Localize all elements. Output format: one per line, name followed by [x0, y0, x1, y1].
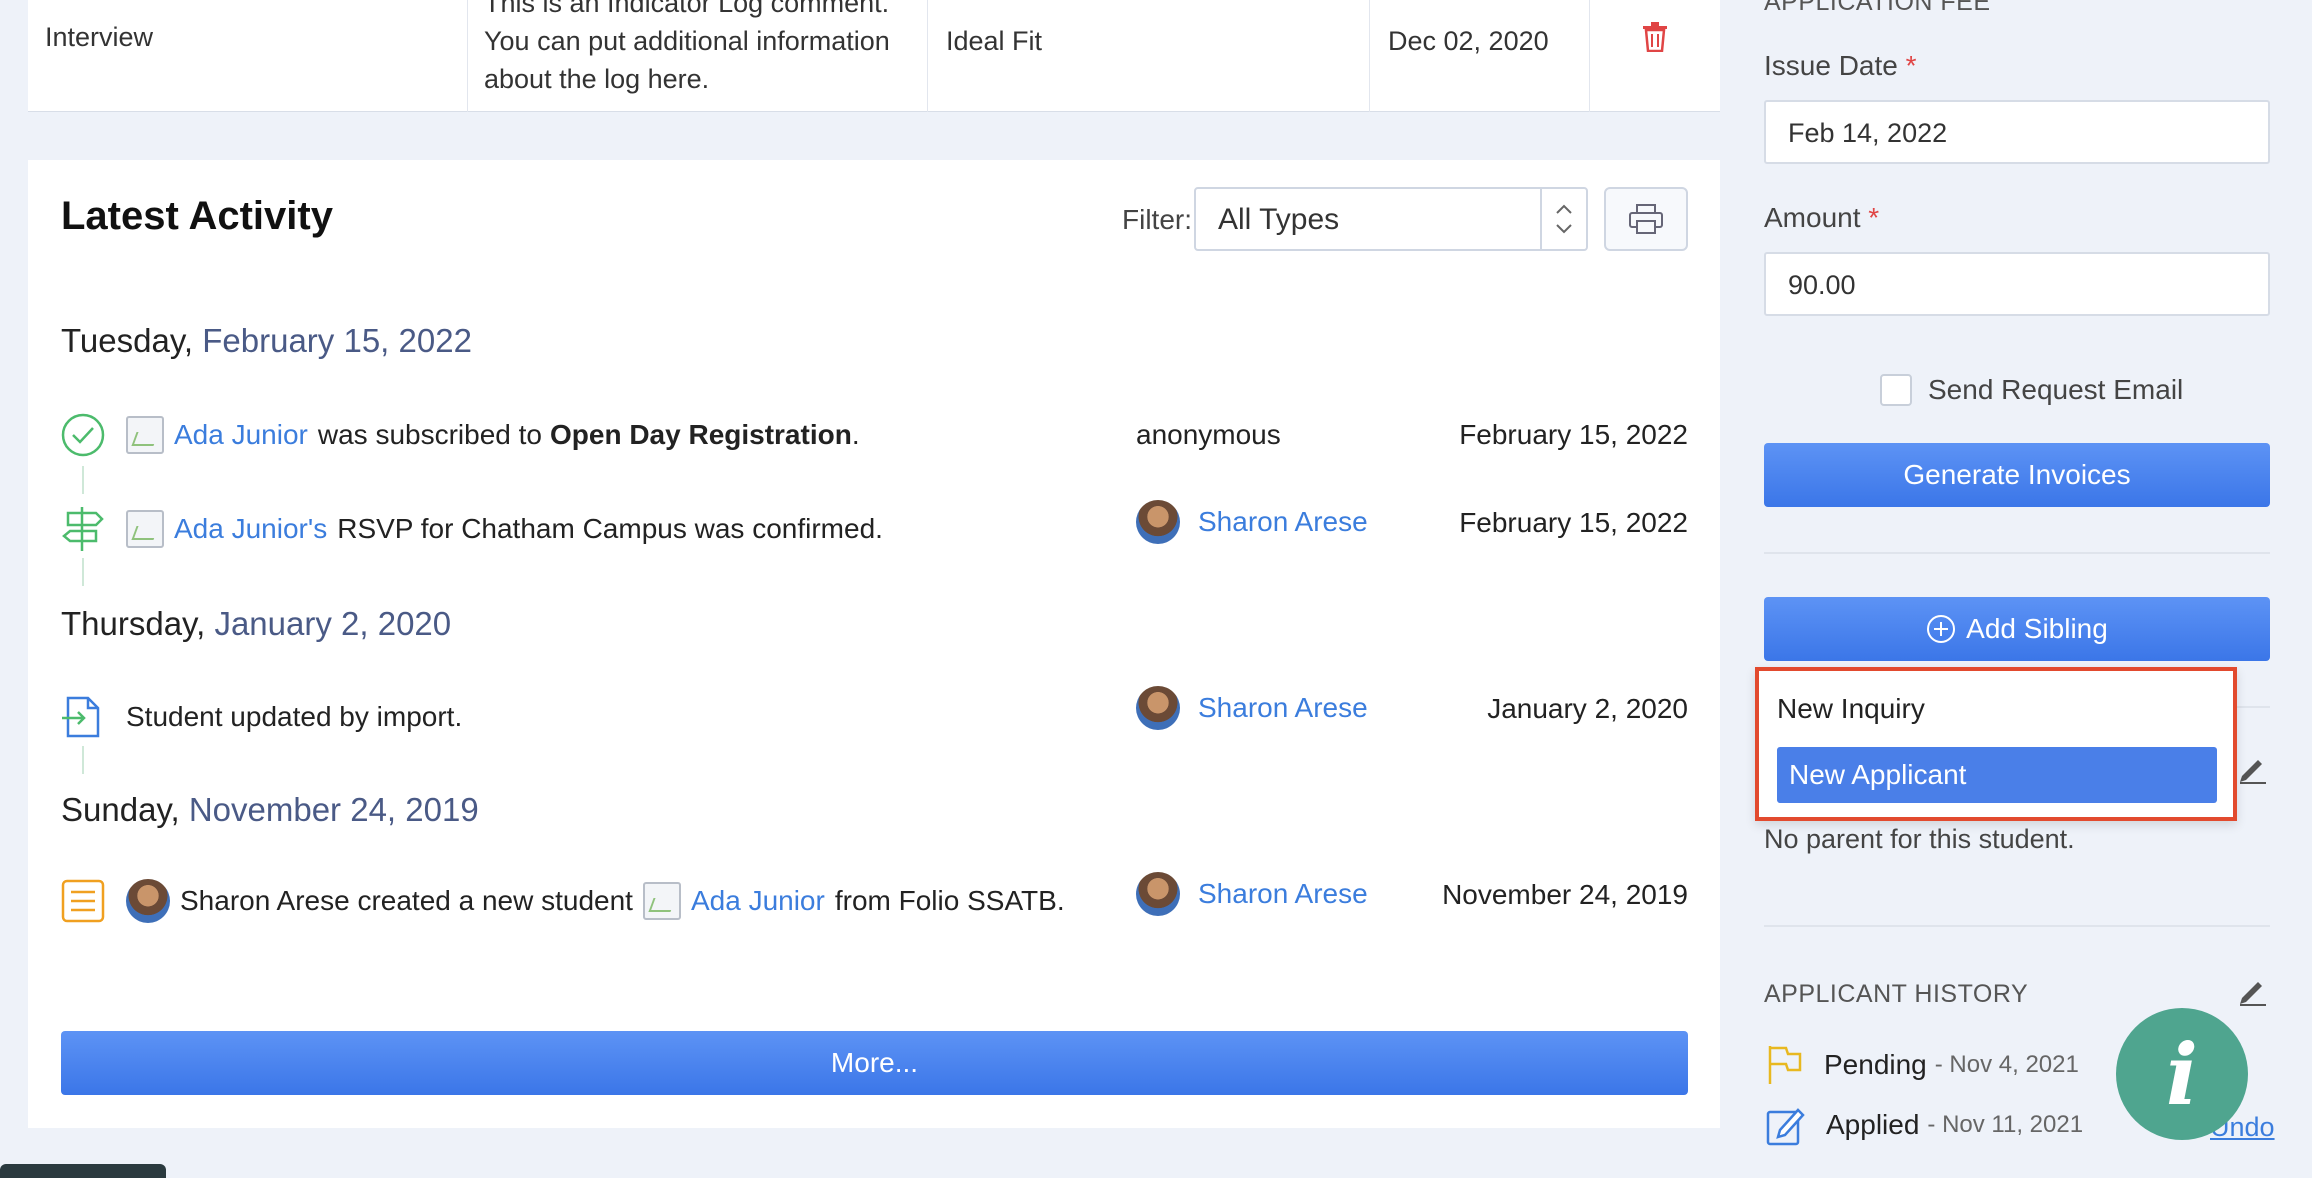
history-item-pending: Pending - Nov 4, 2021 [1766, 1044, 2079, 1086]
activity-entry: Ada Junior's RSVP for Chatham Campus was… [126, 506, 883, 552]
timeline-connector [82, 558, 84, 586]
latest-activity-panel: Latest Activity Filter: All Types Tuesda… [28, 160, 1720, 1128]
activity-title: Latest Activity [61, 194, 333, 238]
new-applicant-option[interactable]: New Applicant [1777, 747, 2217, 803]
student-link[interactable]: Ada Junior [174, 419, 308, 451]
edit-history-icon[interactable] [2236, 974, 2268, 1011]
add-sibling-button[interactable]: Add Sibling [1764, 597, 2270, 661]
timeline-connector [82, 466, 84, 494]
day-heading: Sunday, November 24, 2019 [61, 791, 479, 828]
avatar [126, 879, 170, 923]
filter-label: Filter: [1122, 204, 1192, 235]
day-heading: Tuesday, February 15, 2022 [61, 322, 472, 359]
student-photo [642, 882, 681, 920]
send-email-checkbox[interactable] [1880, 374, 1912, 406]
history-item-applied: Applied - Nov 11, 2021 [1766, 1104, 2083, 1146]
edit-parents-icon[interactable] [2236, 752, 2268, 789]
student-photo [126, 416, 164, 454]
plus-circle-icon [1927, 615, 1956, 643]
more-button[interactable]: More... [61, 1031, 1688, 1095]
divider [1764, 552, 2270, 554]
info-help-button[interactable]: i [2116, 1008, 2248, 1140]
application-fee-heading: APPLICATION FEE [1764, 0, 1991, 16]
activity-timestamp: January 2, 2020 [1487, 693, 1688, 724]
no-parent-text: No parent for this student. [1764, 824, 2075, 854]
new-inquiry-option[interactable]: New Inquiry [1777, 693, 1925, 725]
document-list-icon [60, 878, 106, 929]
activity-timestamp: February 15, 2022 [1459, 419, 1688, 450]
applicant-history-title: APPLICANT HISTORY [1764, 980, 2029, 1008]
student-link[interactable]: Ada Junior's [174, 513, 327, 545]
activity-timestamp: November 24, 2019 [1442, 879, 1688, 910]
edit-document-icon [1766, 1108, 1805, 1146]
student-photo [126, 510, 164, 548]
user-link[interactable]: Sharon Arese [1198, 692, 1368, 724]
student-link[interactable]: Ada Junior [691, 885, 825, 917]
trash-icon[interactable] [1642, 22, 1668, 52]
user-link[interactable]: Sharon Arese [1198, 506, 1368, 538]
user-link[interactable]: Sharon Arese [1198, 878, 1368, 910]
delete-log-button[interactable] [1590, 0, 1720, 112]
divider [1764, 925, 2270, 927]
issue-date-label: Issue Date * [1764, 50, 1917, 81]
activity-entry: Student updated by import. [126, 701, 463, 732]
add-sibling-dropdown: New Inquiry New Applicant [1755, 667, 2237, 821]
activity-user: Sharon Arese [1136, 872, 1368, 916]
day-heading: Thursday, January 2, 2020 [61, 605, 452, 642]
flag-icon [1768, 1046, 1802, 1084]
filter-value: All Types [1218, 203, 1340, 236]
log-comment-cell: This is an Indicator Log comment. You ca… [468, 0, 928, 112]
activity-user: Sharon Arese [1136, 686, 1368, 730]
indicator-log-table: Interview This is an Indicator Log comme… [28, 0, 1720, 112]
printer-icon [1629, 204, 1663, 234]
info-icon: i [2166, 1024, 2198, 1124]
print-button[interactable] [1604, 187, 1688, 251]
bottom-status-tab[interactable] [0, 1164, 166, 1178]
signpost-icon [62, 505, 106, 558]
timeline-connector [82, 746, 84, 774]
avatar [1136, 686, 1180, 730]
send-email-label: Send Request Email [1928, 374, 2184, 405]
send-email-option[interactable]: Send Request Email [1880, 374, 2183, 406]
issue-date-input[interactable]: Feb 14, 2022 [1764, 100, 2270, 164]
filter-select[interactable]: All Types [1194, 187, 1588, 251]
activity-timestamp: February 15, 2022 [1459, 507, 1688, 538]
select-arrows-icon[interactable] [1540, 189, 1586, 249]
log-type-cell: Interview [28, 0, 468, 112]
generate-invoices-button[interactable]: Generate Invoices [1764, 443, 2270, 507]
import-file-icon [60, 692, 106, 745]
log-date-cell: Dec 02, 2020 [1370, 0, 1590, 112]
amount-input[interactable]: 90.00 [1764, 252, 2270, 316]
activity-entry: Sharon Arese created a new student Ada J… [126, 878, 1065, 924]
avatar [1136, 872, 1180, 916]
check-circle-icon [60, 412, 106, 463]
activity-entry: Ada Junior was subscribed to Open Day Re… [126, 412, 860, 458]
activity-user: Sharon Arese [1136, 500, 1368, 544]
log-result-cell: Ideal Fit [928, 0, 1370, 112]
activity-user: anonymous [1136, 419, 1281, 450]
amount-label: Amount * [1764, 202, 1880, 233]
avatar [1136, 500, 1180, 544]
